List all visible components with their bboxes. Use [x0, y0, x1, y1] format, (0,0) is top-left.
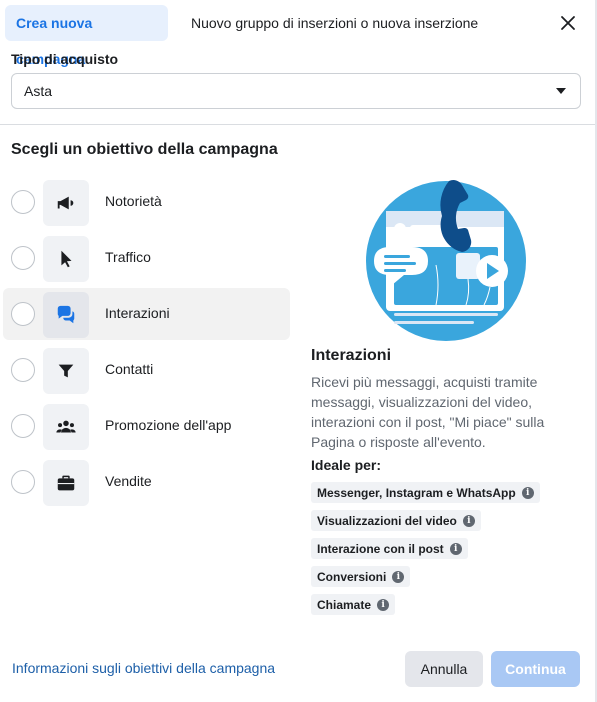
chip-label: Messenger, Instagram e WhatsApp [317, 485, 516, 500]
tab-create-campaign[interactable]: Crea nuova campagna [5, 5, 168, 67]
detail-description: Ricevi più messaggi, acquisti tramite me… [311, 374, 545, 450]
chip-label: Chiamate [317, 597, 372, 612]
chip-calls: Chiamate i [311, 594, 396, 615]
megaphone-icon [43, 180, 89, 226]
radio-button[interactable] [11, 358, 35, 382]
objectives-list: Notorietà Traffico Interazioni Contatti [3, 176, 290, 512]
chip-label: Visualizzazioni del video [317, 513, 457, 528]
briefcase-icon [43, 460, 89, 506]
dialog-header: Crea nuova campagna Nuovo gruppo di inse… [0, 0, 597, 67]
caret-down-icon [556, 88, 566, 94]
objective-engagement[interactable]: Interazioni [3, 288, 290, 340]
continue-button[interactable]: Continua [491, 651, 580, 687]
objective-label: Interazioni [105, 305, 170, 321]
people-icon [43, 404, 89, 450]
objective-app-promotion[interactable]: Promozione dell'app [3, 400, 290, 452]
info-icon[interactable]: i [449, 542, 462, 555]
objective-label: Contatti [105, 361, 154, 377]
info-icon[interactable]: i [392, 570, 405, 583]
radio-button[interactable] [11, 414, 35, 438]
objective-traffic[interactable]: Traffico [3, 232, 290, 284]
chat-bubbles-icon [43, 292, 89, 338]
chip-label: Conversioni [317, 569, 387, 584]
objective-awareness[interactable]: Notorietà [3, 176, 290, 228]
chip-label: Interazione con il post [317, 541, 444, 556]
info-icon[interactable]: i [521, 486, 534, 499]
buy-type-select[interactable]: Asta [11, 73, 581, 109]
divider [0, 124, 597, 125]
chip-video-views: Visualizzazioni del video i [311, 510, 481, 531]
chip-post-engagement: Interazione con il post i [311, 538, 468, 559]
objective-label: Notorietà [105, 193, 162, 209]
objective-label: Vendite [105, 473, 152, 489]
cursor-icon [43, 236, 89, 282]
detail-title: Interazioni [311, 347, 392, 364]
funnel-icon [43, 348, 89, 394]
close-icon [561, 16, 575, 30]
radio-button[interactable] [11, 246, 35, 270]
ideal-for-label: Ideale per: [311, 457, 382, 473]
objective-label: Traffico [105, 249, 151, 265]
radio-button[interactable] [11, 190, 35, 214]
objectives-title: Scegli un obiettivo della campagna [11, 141, 278, 158]
chip-conversions: Conversioni i [311, 566, 411, 587]
objective-leads[interactable]: Contatti [3, 344, 290, 396]
info-icon[interactable]: i [462, 514, 475, 527]
close-button[interactable] [557, 12, 579, 34]
buy-type-label: Tipo di acquisto [11, 51, 119, 67]
ideal-for-chips: Messenger, Instagram e WhatsApp i Visuali… [311, 482, 581, 622]
objectives-info-link[interactable]: Informazioni sugli obiettivi della campa… [12, 660, 275, 676]
buy-type-value: Asta [24, 83, 53, 99]
tab-new-adset-or-ad[interactable]: Nuovo gruppo di inserzioni o nuova inser… [180, 5, 489, 41]
objective-sales[interactable]: Vendite [3, 456, 290, 508]
radio-button[interactable] [11, 470, 35, 494]
engagement-illustration [366, 180, 526, 341]
radio-button[interactable] [11, 302, 35, 326]
info-icon[interactable]: i [377, 598, 390, 611]
cancel-button[interactable]: Annulla [405, 651, 483, 687]
objective-label: Promozione dell'app [105, 417, 232, 433]
chip-messenger: Messenger, Instagram e WhatsApp i [311, 482, 540, 503]
